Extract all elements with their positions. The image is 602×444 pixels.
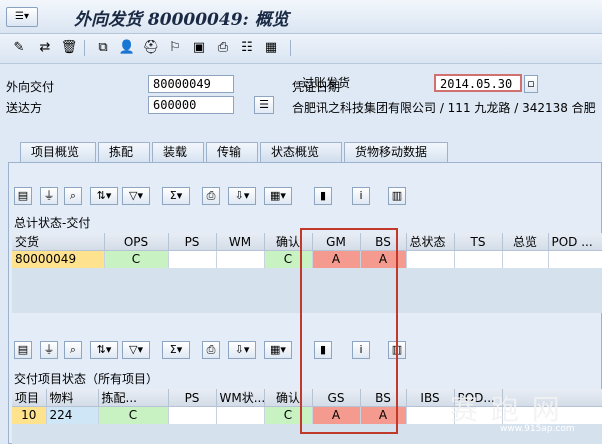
column-header[interactable]: POD ... (548, 233, 602, 251)
column-header[interactable]: TS (454, 233, 503, 251)
filter-icon[interactable]: ⏚ (40, 187, 58, 205)
sum-icon[interactable]: Σ▾ (162, 187, 190, 205)
column-header[interactable]: WM状... (216, 389, 265, 407)
sum-icon[interactable]: Σ▾ (162, 341, 190, 359)
application-toolbar: ✎ ⇄ 🗑 ⧉ 👤 ⛑ ⚐ ▣ ⎙ ☷ ▦ 过账发货 (0, 34, 602, 90)
find-icon[interactable]: ⌕ (64, 341, 82, 359)
status-cell[interactable] (216, 250, 265, 268)
status-cell[interactable] (216, 406, 265, 424)
details-icon[interactable]: ▤ (14, 187, 32, 205)
layout-icon[interactable]: ▦▾ (264, 187, 292, 205)
delivery-field[interactable]: 80000049 (148, 75, 234, 93)
edit-icon[interactable]: ✎ (10, 39, 28, 57)
tab-item-overview[interactable]: 项目概览 (20, 142, 96, 162)
status-cell[interactable]: C (104, 250, 169, 268)
docdate-label: 凭证日期 (292, 80, 341, 94)
column-header[interactable]: 总览 (502, 233, 549, 251)
overall-status-title: 总计状态-交付 (14, 216, 91, 230)
status-cell[interactable] (406, 406, 455, 424)
toolbar-separator (84, 40, 85, 56)
column-header[interactable]: 物料 (46, 389, 99, 407)
delivery-label: 外向交付 (6, 80, 55, 94)
display-change-icon[interactable]: ⇄ (36, 39, 54, 57)
tab-status-overview[interactable]: 状态概览 (260, 142, 342, 163)
watermark-url: www.915ap.com (500, 424, 575, 434)
address-detail-icon[interactable]: ☰ (254, 96, 274, 114)
column-header[interactable]: 拣配... (98, 389, 169, 407)
package-icon[interactable]: ▣ (190, 39, 208, 57)
status-cell[interactable] (168, 406, 217, 424)
status-cell[interactable] (548, 250, 602, 268)
output-icon[interactable]: ⎙ (214, 39, 232, 57)
layout-icon[interactable]: ▦▾ (264, 341, 292, 359)
filter-icon[interactable]: ⏚ (40, 341, 58, 359)
details-icon[interactable]: ▤ (14, 341, 32, 359)
document-flow-icon[interactable]: ☷ (238, 39, 256, 57)
sort-icon[interactable]: ⇅▾ (90, 341, 118, 359)
shipto-address: 合肥讯之科技集团有限公司 / 111 九龙路 / 342138 合肥 (292, 101, 596, 115)
tab-picking[interactable]: 拣配 (98, 142, 150, 162)
alv-toolbar-overall: ▤ ⏚ ⌕ ⇅▾ ▽▾ Σ▾ ⎙ ⇩▾ ▦▾ ▮ i ▥ (14, 184, 414, 210)
export-icon[interactable]: ⇩▾ (228, 341, 256, 359)
column-header[interactable]: WM (216, 233, 265, 251)
page-title: 外向发货 80000049: 概览 (74, 10, 289, 30)
item-cell[interactable]: 10 (12, 406, 47, 424)
column-header[interactable]: 项目 (12, 389, 47, 407)
shipment-icon[interactable]: ⚐ (166, 39, 184, 57)
grid-icon[interactable]: ▦ (262, 39, 280, 57)
status-cell[interactable]: C (98, 406, 169, 424)
column-header[interactable]: 交货 (12, 233, 105, 251)
notes-icon[interactable]: ▥ (388, 187, 406, 205)
column-header[interactable]: PS (168, 389, 217, 407)
column-header[interactable]: IBS (406, 389, 455, 407)
status-cell[interactable] (406, 250, 455, 268)
column-header[interactable]: 总状态 (406, 233, 455, 251)
tab-loading[interactable]: 装载 (152, 142, 204, 162)
document-date-field[interactable]: 2014.05.30 (434, 74, 522, 92)
highlight-box (300, 228, 398, 434)
material-cell[interactable]: 224 (46, 406, 99, 424)
shipto-label: 送达方 (6, 101, 43, 115)
tab-transport[interactable]: 传输 (206, 142, 258, 162)
watermark-logo: 赛 跑 网 (450, 393, 562, 426)
graphic-icon[interactable]: ▮ (314, 187, 332, 205)
status-cell[interactable] (168, 250, 217, 268)
find-icon[interactable]: ⌕ (64, 187, 82, 205)
status-cell[interactable] (502, 250, 549, 268)
print-icon[interactable]: ⎙ (202, 341, 220, 359)
partner-icon[interactable]: 👤 (118, 39, 136, 57)
items-status-title: 交付项目状态（所有项目） (14, 372, 159, 386)
title-bar: ☰▾ 外向发货 80000049: 概览 (0, 0, 602, 34)
hat-icon[interactable]: ⛑ (142, 39, 160, 57)
toolbar-separator (290, 40, 291, 56)
delivery-cell[interactable]: 80000049 (12, 250, 105, 268)
tab-goods-movement[interactable]: 货物移动数据 (344, 142, 448, 162)
column-header[interactable]: PS (168, 233, 217, 251)
sort-icon[interactable]: ⇅▾ (90, 187, 118, 205)
print-icon[interactable]: ⎙ (202, 187, 220, 205)
menu-icon[interactable]: ☰▾ (6, 7, 38, 27)
funnel-icon[interactable]: ▽▾ (122, 341, 150, 359)
shipto-field[interactable]: 600000 (148, 96, 234, 114)
calendar-icon[interactable]: ▫ (524, 75, 538, 93)
funnel-icon[interactable]: ▽▾ (122, 187, 150, 205)
delete-icon[interactable]: 🗑 (60, 39, 78, 57)
export-icon[interactable]: ⇩▾ (228, 187, 256, 205)
copy-icon[interactable]: ⧉ (94, 39, 112, 57)
info-icon[interactable]: i (352, 187, 370, 205)
status-cell[interactable] (454, 250, 503, 268)
column-header[interactable]: OPS (104, 233, 169, 251)
